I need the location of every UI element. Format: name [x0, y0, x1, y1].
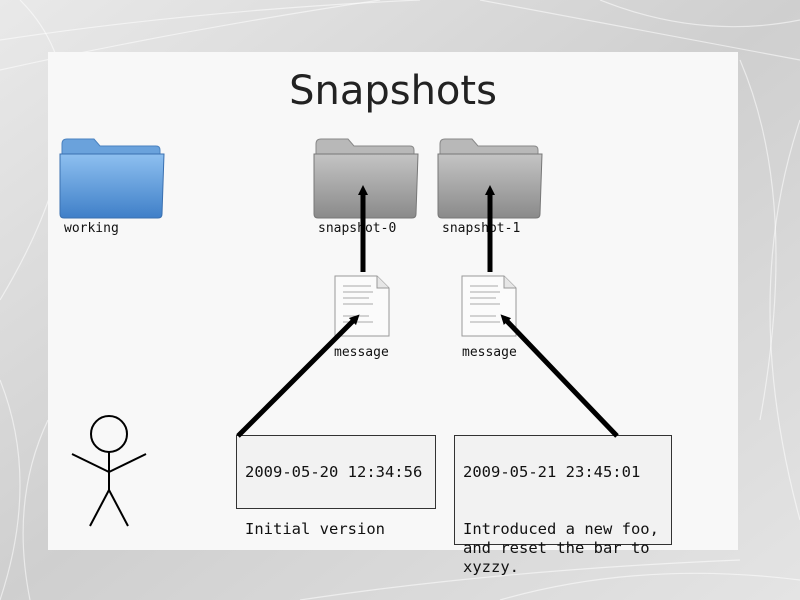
arrow-note0-to-message0	[236, 314, 360, 438]
arrow-note1-to-message1	[500, 314, 619, 438]
arrows-layer	[236, 185, 619, 438]
